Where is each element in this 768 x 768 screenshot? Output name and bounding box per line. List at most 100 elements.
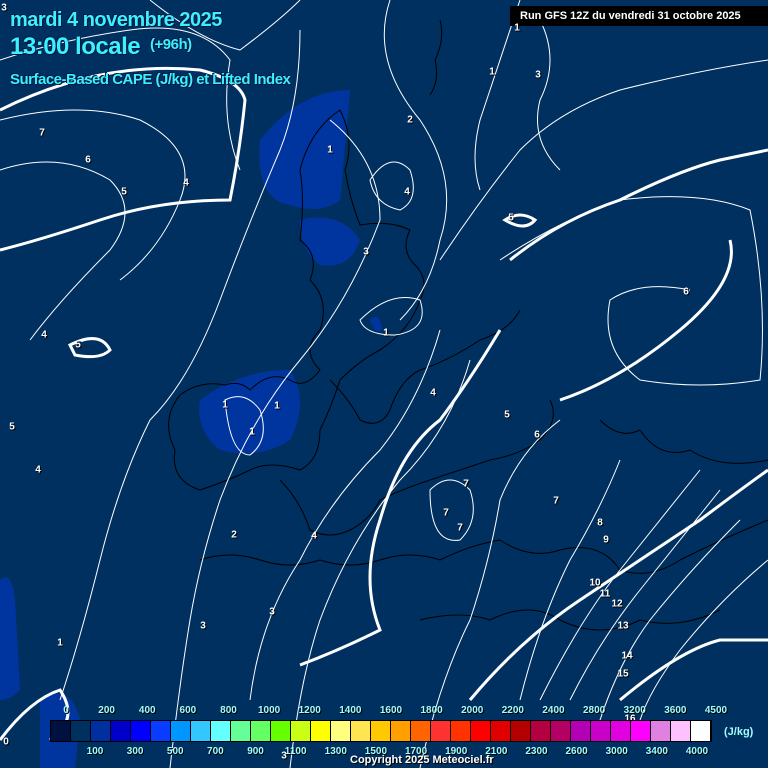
legend-swatch <box>431 721 451 741</box>
legend-label: 300 <box>126 746 144 757</box>
legend-unit: (J/kg) <box>724 726 754 738</box>
legend-swatch <box>231 721 251 741</box>
legend-swatch <box>471 721 491 741</box>
contour-label: 1 <box>222 399 228 411</box>
legend-swatch <box>451 721 471 741</box>
legend-swatch <box>571 721 591 741</box>
contour-label: 7 <box>443 507 449 519</box>
color-legend <box>50 720 712 742</box>
contour-label: 4 <box>41 329 47 341</box>
contour-label: 3 <box>535 69 541 81</box>
contour-label: 1 <box>514 22 520 34</box>
legend-label: 1300 <box>324 746 347 757</box>
legend-label: 1400 <box>339 705 362 716</box>
cape-shading <box>0 90 382 768</box>
legend-label: 1000 <box>258 705 281 716</box>
legend-label: 1600 <box>379 705 403 716</box>
legend-label: 2300 <box>525 746 548 757</box>
contour-label: 4 <box>430 387 436 399</box>
legend-swatch <box>51 721 71 741</box>
contour-label: 7 <box>463 478 469 490</box>
legend-swatch <box>411 721 431 741</box>
legend-label: 200 <box>98 705 115 716</box>
legend-swatch <box>311 721 331 741</box>
legend-swatch <box>271 721 291 741</box>
legend-swatch <box>291 721 311 741</box>
legend-label: 800 <box>220 705 237 716</box>
contour-label: 5 <box>508 212 514 224</box>
legend-swatch <box>171 721 191 741</box>
legend-label: 400 <box>138 705 156 716</box>
legend-label: 3200 <box>623 705 646 716</box>
contour-label: 7 <box>553 495 559 507</box>
legend-swatch <box>531 721 551 741</box>
legend-label: 700 <box>207 746 224 757</box>
legend-label: 1800 <box>420 705 443 716</box>
contour-label: 2 <box>231 529 237 541</box>
contour-label: 7 <box>457 522 463 534</box>
legend-label: 1100 <box>284 746 307 757</box>
contour-label: 1 <box>327 144 333 156</box>
legend-label: 2800 <box>583 705 606 716</box>
contour-label: 5 <box>75 339 81 351</box>
contour-label: 3 <box>200 620 206 632</box>
contour-label: 1 <box>383 327 389 339</box>
legend-swatch <box>691 721 711 741</box>
forecast-time: 13:00 locale <box>10 33 141 60</box>
legend-swatch <box>191 721 211 741</box>
legend-label: 500 <box>166 746 184 757</box>
forecast-lead-time: (+96h) <box>150 36 192 53</box>
legend-label: 2400 <box>542 705 565 716</box>
contour-label: 4 <box>183 177 189 189</box>
legend-swatch <box>331 721 351 741</box>
parameter-title: Surface-Based CAPE (J/kg) et Lifted Inde… <box>10 71 291 88</box>
legend-swatch <box>651 721 671 741</box>
contour-label: 9 <box>603 534 609 546</box>
contour-label: 1 <box>57 637 63 649</box>
legend-label: 100 <box>86 746 104 757</box>
legend-swatch <box>351 721 371 741</box>
legend-swatch <box>111 721 131 741</box>
legend-swatch <box>151 721 171 741</box>
legend-label: 3400 <box>645 746 668 757</box>
contour-label: 11 <box>599 588 611 600</box>
contour-label: 4 <box>404 186 410 198</box>
zero-contours <box>0 66 768 742</box>
legend-swatch <box>671 721 691 741</box>
contour-label: 1 <box>274 400 280 412</box>
contour-label: 1 <box>249 426 255 438</box>
contour-label: 7 <box>39 127 45 139</box>
contour-label: 15 <box>617 668 629 680</box>
contour-label: 8 <box>597 517 603 529</box>
legend-swatch <box>631 721 651 741</box>
legend-label: 3000 <box>605 746 628 757</box>
contour-label: 3 <box>1 2 7 14</box>
legend-swatch <box>611 721 631 741</box>
contour-label: 5 <box>9 421 15 433</box>
contour-label: 4 <box>311 530 317 542</box>
legend-label: 4000 <box>685 746 709 757</box>
legend-swatch <box>251 721 271 741</box>
contour-label: 6 <box>534 429 540 441</box>
legend-label: 2000 <box>461 705 484 716</box>
lifted-index-contours <box>0 0 768 768</box>
contour-label: 10 <box>589 577 601 589</box>
legend-label: 0 <box>63 705 69 716</box>
legend-swatch <box>131 721 151 741</box>
legend-swatch <box>591 721 611 741</box>
legend-label: 2600 <box>565 746 588 757</box>
legend-swatch <box>371 721 391 741</box>
legend-swatch <box>91 721 111 741</box>
legend-swatch <box>551 721 571 741</box>
forecast-date: mardi 4 novembre 2025 <box>10 9 222 31</box>
contour-label: 4 <box>35 464 41 476</box>
legend-swatch <box>491 721 511 741</box>
contour-label: 6 <box>683 286 689 298</box>
legend-label: 1200 <box>298 705 321 716</box>
coastlines <box>168 19 768 631</box>
map-canvas <box>0 0 768 768</box>
contour-label: 5 <box>504 409 510 421</box>
contour-label: 1 <box>489 66 495 78</box>
legend-label: 900 <box>247 746 264 757</box>
legend-label: 3600 <box>664 705 687 716</box>
